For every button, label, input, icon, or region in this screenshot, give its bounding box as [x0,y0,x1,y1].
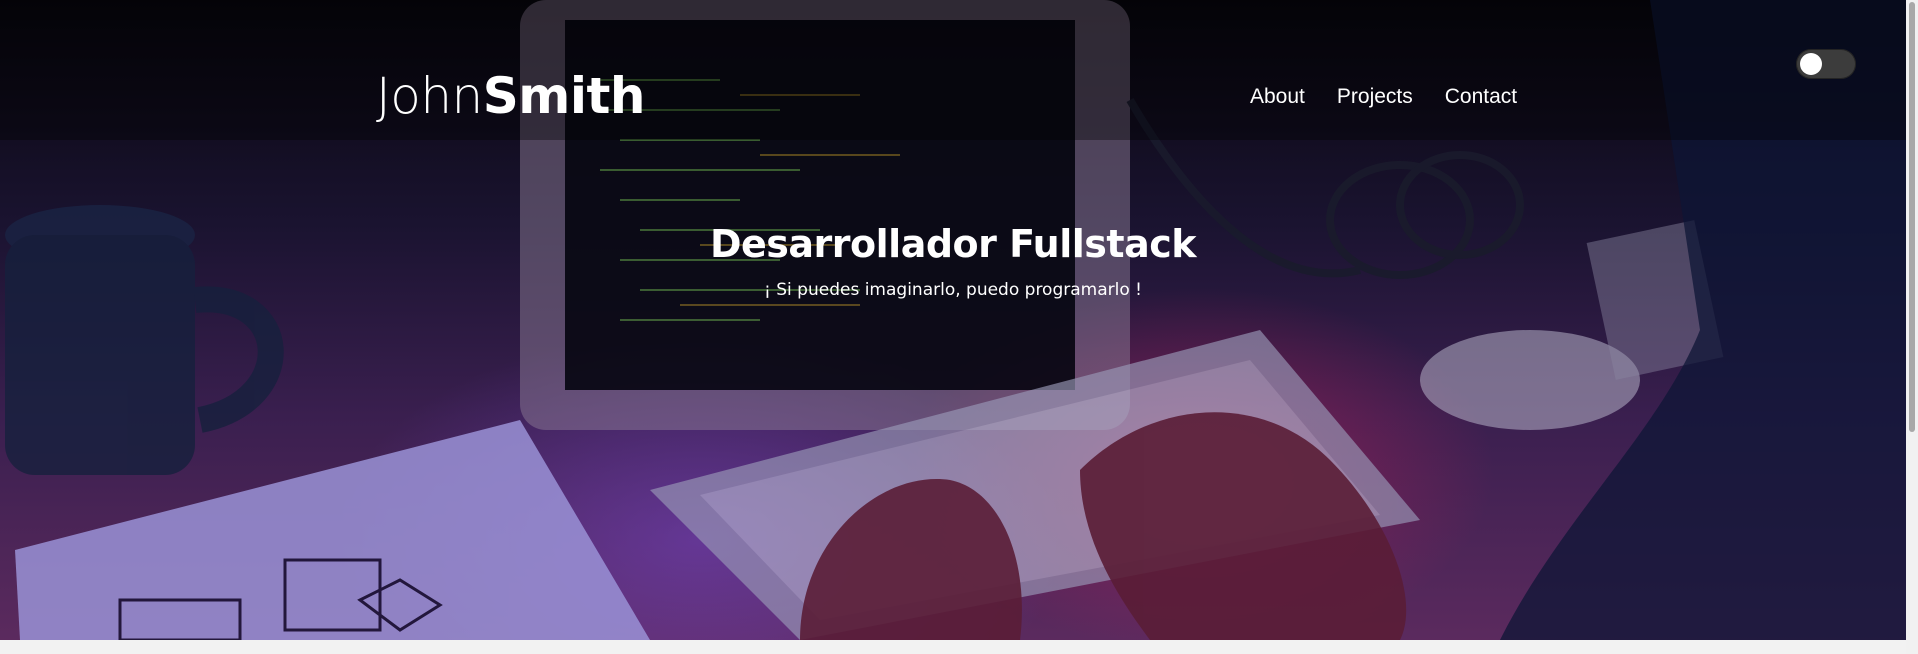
page-scrollbar[interactable] [1906,0,1918,654]
brand-logo[interactable]: JohnSmith [376,66,645,126]
toggle-knob-icon [1800,53,1822,75]
theme-toggle[interactable] [1796,49,1856,79]
page: JohnSmith About Projects Contact Desarro… [0,0,1918,654]
scrollbar-thumb[interactable] [1909,2,1915,432]
main-nav: About Projects Contact [1250,82,1517,112]
brand-first-name: John [376,67,483,125]
hero-subtitle: ¡ Si puedes imaginarlo, puedo programarl… [764,280,1142,300]
hero-title: Desarrollador Fullstack [709,222,1197,267]
nav-item-about[interactable]: About [1250,82,1305,112]
nav-item-projects[interactable]: Projects [1337,82,1413,112]
hero-section: JohnSmith About Projects Contact Desarro… [0,0,1906,640]
nav-item-contact[interactable]: Contact [1445,82,1517,112]
brand-last-name: Smith [482,67,646,125]
hero-background-image [0,0,1906,640]
mouse-shape [1420,330,1640,430]
